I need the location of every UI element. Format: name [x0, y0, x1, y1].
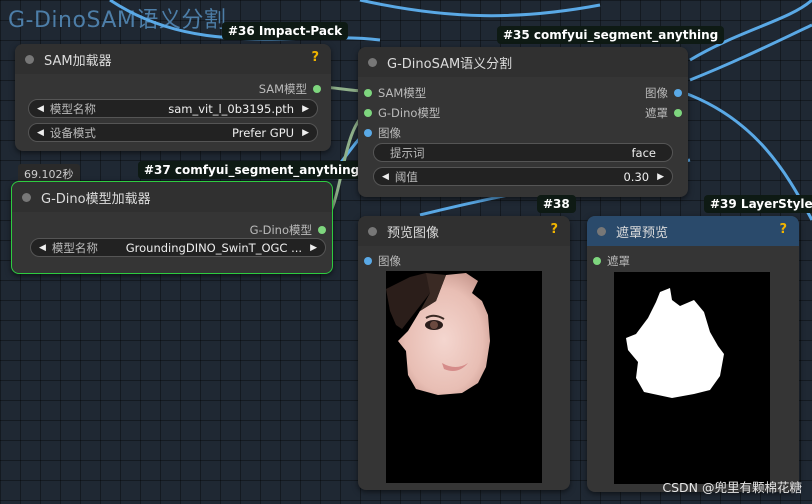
widget-label: 设备模式 — [49, 125, 96, 140]
widget-model-name[interactable]: ◀ 模型名称 sam_vit_l_0b3195.pth ▶ — [28, 99, 318, 118]
input-slot-image[interactable]: 图像 — [364, 125, 401, 141]
output-slot-gdino-model[interactable]: G-Dino模型 — [250, 222, 326, 238]
widget-value: 0.30 — [623, 169, 650, 184]
widget-model-name[interactable]: ◀ 模型名称 GroundingDINO_SwinT_OGC ... ▶ — [30, 238, 326, 257]
help-icon[interactable]: ? — [311, 50, 319, 65]
node-title: G-DinoSAM语义分割 — [387, 56, 513, 72]
node-collapse-dot[interactable] — [368, 226, 377, 236]
decrement-arrow-icon[interactable]: ◀ — [37, 128, 44, 138]
widget-label: 阈值 — [394, 169, 418, 184]
preview-image-node[interactable]: 预览图像 ? 图像 — [358, 216, 570, 490]
gdino-loader-header[interactable]: G-Dino模型加载器 — [12, 182, 332, 212]
input-slot-mask[interactable]: 遮罩 — [593, 253, 630, 269]
slot-dot[interactable] — [364, 257, 372, 265]
node-title: 遮罩预览 — [616, 225, 669, 241]
node-collapse-dot[interactable] — [597, 226, 606, 236]
slot-dot[interactable] — [318, 226, 326, 234]
increment-arrow-icon[interactable]: ▶ — [302, 128, 309, 138]
widget-value: GroundingDINO_SwinT_OGC ... — [125, 240, 303, 255]
node-title: G-Dino模型加载器 — [41, 191, 151, 207]
help-icon[interactable]: ? — [779, 222, 787, 237]
increment-arrow-icon[interactable]: ▶ — [310, 243, 317, 253]
slot-label: 图像 — [645, 86, 668, 100]
node-collapse-dot[interactable] — [368, 57, 377, 67]
node-badge-gdino-loader: #37 comfyui_segment_anything — [138, 161, 366, 179]
decrement-arrow-icon[interactable]: ◀ — [382, 172, 389, 182]
slot-dot[interactable] — [364, 109, 372, 117]
sam-loader-header[interactable]: SAM加载器 ? — [15, 44, 331, 74]
preview-image-output — [386, 271, 542, 483]
slot-dot[interactable] — [674, 109, 682, 117]
mask-preview-node[interactable]: 遮罩预览 ? 遮罩 — [587, 216, 799, 492]
slot-label: 遮罩 — [607, 254, 630, 268]
segmented-face-image — [386, 273, 490, 395]
input-slot-gdino-model[interactable]: G-Dino模型 — [364, 105, 440, 121]
slot-dot[interactable] — [364, 89, 372, 97]
slot-dot[interactable] — [364, 129, 372, 137]
slot-label: G-Dino模型 — [378, 106, 441, 120]
increment-arrow-icon[interactable]: ▶ — [657, 172, 664, 182]
mask-preview-header[interactable]: 遮罩预览 ? — [587, 216, 799, 246]
gdinosam-header[interactable]: G-DinoSAM语义分割 — [358, 47, 688, 77]
widget-value: Prefer GPU — [232, 125, 295, 140]
node-title: 预览图像 — [387, 225, 440, 241]
slot-label: 图像 — [378, 126, 401, 140]
watermark: CSDN @兜里有颗棉花糖 — [662, 480, 802, 495]
node-badge-gdinosam: #35 comfyui_segment_anything — [497, 26, 725, 44]
widget-device-mode[interactable]: ◀ 设备模式 Prefer GPU ▶ — [28, 123, 318, 142]
decrement-arrow-icon[interactable]: ◀ — [37, 104, 44, 114]
slot-label: 遮罩 — [645, 106, 668, 120]
input-slot-sam-model[interactable]: SAM模型 — [364, 85, 426, 101]
slot-label: G-Dino模型 — [249, 223, 312, 237]
slot-dot[interactable] — [674, 89, 682, 97]
gdino-loader-node[interactable]: G-Dino模型加载器 G-Dino模型 ◀ 模型名称 GroundingDIN… — [11, 181, 333, 274]
widget-prompt[interactable]: 提示词 face — [373, 143, 673, 162]
node-badge-sam-loader: #36 Impact-Pack — [222, 22, 349, 40]
increment-arrow-icon[interactable]: ▶ — [302, 104, 309, 114]
widget-label: 模型名称 — [51, 240, 98, 255]
node-badge-preview-image: #38 — [537, 195, 576, 213]
gdinosam-node[interactable]: G-DinoSAM语义分割 SAM模型 G-Dino模型 图像 图像 遮罩 提示… — [358, 47, 688, 197]
widget-value: sam_vit_l_0b3195.pth — [168, 101, 295, 116]
sam-loader-node[interactable]: SAM加载器 ? SAM模型 ◀ 模型名称 sam_vit_l_0b3195.p… — [15, 44, 331, 151]
widget-value: face — [631, 145, 657, 160]
widget-label: 提示词 — [390, 145, 425, 160]
preview-image-header[interactable]: 预览图像 ? — [358, 216, 570, 246]
mask-preview-output — [614, 272, 770, 484]
slot-dot[interactable] — [593, 257, 601, 265]
input-slot-image[interactable]: 图像 — [364, 253, 401, 269]
output-slot-sam-model[interactable]: SAM模型 — [259, 81, 321, 97]
slot-label: 图像 — [378, 254, 401, 268]
node-badge-mask-preview: #39 LayerStyle — [704, 195, 812, 213]
link-background-2 — [359, 0, 601, 18]
slot-label: SAM模型 — [378, 86, 427, 100]
widget-threshold[interactable]: ◀ 阈值 0.30 ▶ — [373, 167, 673, 186]
widget-label: 模型名称 — [49, 101, 96, 116]
output-slot-mask[interactable]: 遮罩 — [645, 105, 682, 121]
output-slot-image[interactable]: 图像 — [645, 85, 682, 101]
mask-image — [626, 288, 724, 398]
slot-dot[interactable] — [313, 85, 321, 93]
node-title: SAM加载器 — [44, 53, 112, 69]
help-icon[interactable]: ? — [550, 222, 558, 237]
node-collapse-dot[interactable] — [25, 54, 34, 64]
node-collapse-dot[interactable] — [22, 192, 31, 202]
decrement-arrow-icon[interactable]: ◀ — [39, 243, 46, 253]
slot-label: SAM模型 — [258, 82, 307, 96]
